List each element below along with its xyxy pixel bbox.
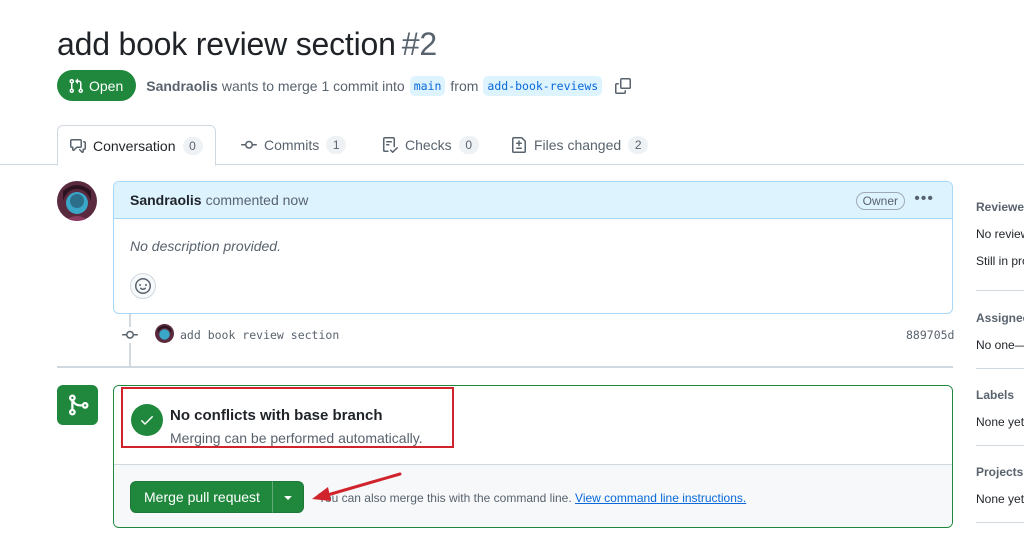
sidebar-labels-value: None yet bbox=[976, 415, 1024, 429]
git-merge-icon bbox=[68, 394, 89, 416]
merge-status-icon-box bbox=[57, 385, 98, 425]
git-commit-icon bbox=[122, 327, 138, 343]
copy-branch-button[interactable] bbox=[613, 76, 633, 96]
head-branch-link[interactable]: add-book-reviews bbox=[483, 75, 603, 96]
sidebar-projects-value: None yet bbox=[976, 492, 1024, 506]
sidebar-assignees: Assignees No one— bbox=[976, 311, 1024, 352]
comment-discussion-icon bbox=[70, 138, 86, 153]
commit-avatar[interactable] bbox=[155, 324, 174, 343]
kebab-menu-icon[interactable]: ••• bbox=[914, 191, 934, 207]
sidebar-divider bbox=[976, 368, 1024, 369]
merge-box: No conflicts with base branch Merging ca… bbox=[113, 385, 953, 528]
triangle-down-icon bbox=[284, 496, 292, 500]
commit-message-link[interactable]: add book review section bbox=[180, 328, 339, 342]
tab-label: Commits bbox=[264, 137, 320, 153]
command-line-hint: You can also merge this with the command… bbox=[318, 491, 746, 505]
tab-checks[interactable]: Checks 0 bbox=[370, 125, 491, 165]
tab-label: Files changed bbox=[534, 137, 622, 153]
tab-label: Conversation bbox=[93, 137, 176, 154]
file-diff-icon bbox=[512, 137, 526, 153]
timeline-divider bbox=[57, 366, 953, 368]
command-line-instructions-link[interactable]: View command line instructions. bbox=[575, 491, 746, 505]
command-line-text: You can also merge this with the command… bbox=[318, 491, 572, 505]
sidebar-divider bbox=[976, 445, 1024, 446]
sidebar-divider bbox=[976, 290, 1024, 291]
sidebar-reviewers-status: No reviews bbox=[976, 227, 1024, 241]
sidebar-projects: Projects None yet bbox=[976, 465, 1024, 506]
tab-files-changed[interactable]: Files changed 2 bbox=[499, 125, 660, 165]
commit-sha-link[interactable]: 889705d bbox=[906, 328, 954, 342]
merge-pull-request-button[interactable]: Merge pull request bbox=[130, 481, 274, 513]
sidebar-assignees-title[interactable]: Assignees bbox=[976, 311, 1024, 325]
state-badge: Open bbox=[57, 70, 137, 101]
from-text: from bbox=[450, 77, 479, 94]
comment-header: Sandraolis commented now Owner ••• bbox=[114, 182, 952, 219]
comment-box: Sandraolis commented now Owner ••• No de… bbox=[113, 181, 953, 314]
checklist-icon bbox=[383, 137, 398, 153]
sidebar-labels: Labels None yet bbox=[976, 388, 1024, 429]
tab-conversation[interactable]: Conversation 0 bbox=[57, 125, 216, 166]
pr-number: #2 bbox=[401, 26, 437, 62]
check-circle-icon bbox=[131, 404, 163, 436]
tab-counter: 0 bbox=[182, 136, 203, 155]
smiley-icon bbox=[135, 278, 151, 294]
merge-status: No conflicts with base branch Merging ca… bbox=[114, 386, 952, 464]
comment-author[interactable]: Sandraolis bbox=[130, 192, 202, 208]
sidebar-reviewers: Reviewers No reviews Still in progress bbox=[976, 200, 1024, 268]
git-pull-request-icon bbox=[69, 78, 84, 93]
tab-counter: 0 bbox=[458, 136, 479, 154]
base-branch-link[interactable]: main bbox=[409, 75, 446, 96]
merge-summary: wants to merge 1 commit into bbox=[221, 77, 405, 94]
merge-status-subtitle: Merging can be performed automatically. bbox=[170, 430, 423, 446]
merge-actions: Merge pull request You can also merge th… bbox=[114, 464, 952, 527]
git-commit-icon bbox=[241, 140, 257, 149]
copy-icon bbox=[615, 77, 632, 94]
owner-badge: Owner bbox=[855, 192, 905, 210]
sidebar-labels-title[interactable]: Labels bbox=[976, 388, 1024, 402]
pr-title-text: add book review section bbox=[57, 26, 396, 62]
tab-label: Checks bbox=[405, 137, 452, 153]
comment-body: No description provided. bbox=[130, 238, 281, 254]
tab-counter: 1 bbox=[326, 136, 347, 154]
pr-sidebar: Reviewers No reviews Still in progress A… bbox=[976, 180, 1024, 536]
sidebar-assignees-value: No one— bbox=[976, 338, 1024, 352]
sidebar-divider bbox=[976, 522, 1024, 523]
sidebar-projects-title[interactable]: Projects bbox=[976, 465, 1024, 479]
sidebar-reviewers-title[interactable]: Reviewers bbox=[976, 200, 1024, 214]
merge-method-dropdown-button[interactable] bbox=[272, 481, 304, 513]
avatar[interactable] bbox=[57, 181, 97, 221]
merge-status-title: No conflicts with base branch bbox=[170, 407, 383, 424]
author-link[interactable]: Sandraolis bbox=[146, 78, 218, 94]
sidebar-reviewers-note: Still in progress bbox=[976, 254, 1024, 268]
state-label: Open bbox=[89, 77, 124, 94]
pr-tabs: Conversation 0 Commits 1 Checks 0 Files … bbox=[0, 125, 1024, 166]
tab-counter: 2 bbox=[628, 136, 649, 154]
tab-commits[interactable]: Commits 1 bbox=[229, 125, 358, 165]
comment-action: commented now bbox=[205, 192, 309, 208]
pr-meta: Open Sandraolis wants to merge 1 commit … bbox=[57, 70, 633, 101]
page-title: add book review section #2 bbox=[57, 26, 437, 63]
add-reaction-button[interactable] bbox=[130, 273, 156, 299]
